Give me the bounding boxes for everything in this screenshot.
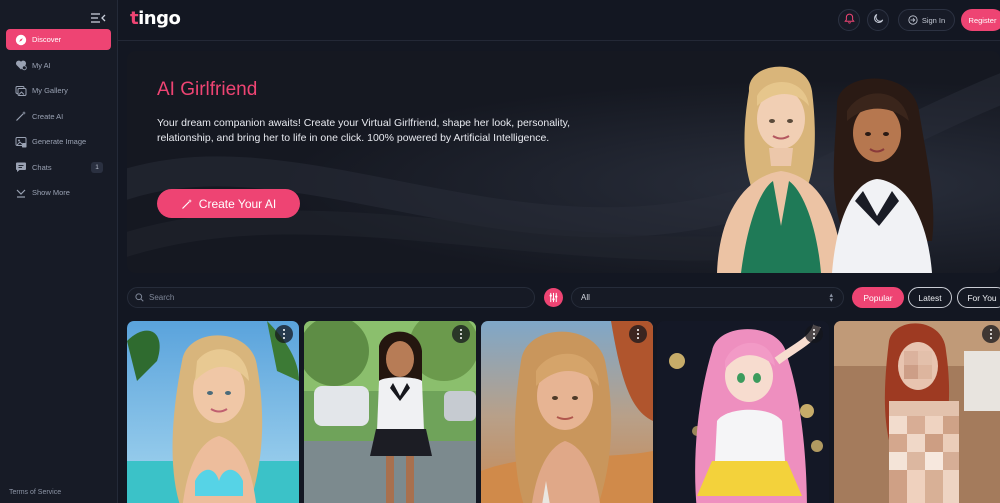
updown-chevron-icon: ▴ ▾	[829, 292, 833, 304]
sidebar-item-label: Chats	[32, 162, 52, 172]
sidebar-nav: Discover My AI My Gallery Create AI Gene…	[6, 29, 111, 208]
chat-icon	[15, 161, 27, 173]
image-generate-icon	[15, 136, 27, 148]
app-root: Discover My AI My Gallery Create AI Gene…	[0, 0, 1000, 503]
character-card[interactable]	[304, 321, 476, 503]
logo[interactable]: tingo	[130, 8, 181, 29]
card-image	[834, 321, 1000, 503]
brunette-figure	[832, 78, 934, 273]
character-card[interactable]	[657, 321, 829, 503]
kebab-icon	[637, 328, 639, 340]
kebab-icon	[813, 328, 815, 340]
bell-icon	[843, 11, 855, 29]
sidebar-item-chats[interactable]: Chats 1	[6, 157, 111, 178]
gallery-icon	[15, 85, 27, 97]
search-icon	[135, 293, 144, 302]
sidebar-item-label: Show More	[32, 188, 70, 197]
sort-popular-button[interactable]: Popular	[852, 287, 904, 308]
sidebar-item-label: Generate Image	[32, 137, 87, 146]
search-input[interactable]	[149, 293, 529, 302]
sidebar: Discover My AI My Gallery Create AI Gene…	[0, 0, 118, 503]
sign-in-label: Sign In	[921, 15, 946, 25]
card-menu-button[interactable]	[805, 325, 823, 343]
sidebar-item-label: Create AI	[32, 111, 64, 121]
register-button[interactable]: Register	[961, 9, 1000, 31]
kebab-icon	[283, 328, 285, 340]
card-image	[481, 321, 653, 503]
compass-icon	[15, 34, 27, 46]
top-bar: tingo Sign In Register	[118, 0, 1000, 41]
magic-wand-icon	[15, 110, 27, 122]
sort-latest-button[interactable]: Latest	[908, 287, 952, 308]
card-image	[127, 321, 299, 503]
logo-accent: t	[130, 8, 139, 29]
hero-title: AI Girlfriend	[157, 79, 258, 100]
category-select-value: All	[581, 293, 590, 302]
kebab-icon	[460, 328, 462, 340]
notification-button[interactable]	[838, 9, 860, 31]
cta-label: Create Your AI	[198, 196, 277, 211]
sidebar-item-label: My Gallery	[32, 86, 68, 95]
sign-in-button[interactable]: Sign In	[898, 9, 955, 31]
theme-toggle-button[interactable]	[867, 9, 889, 31]
sort-for-you-button[interactable]: For You	[957, 287, 1000, 308]
hero-banner: AI Girlfriend Your dream companion await…	[127, 51, 1000, 273]
create-your-ai-button[interactable]: Create Your AI	[157, 189, 300, 218]
card-menu-button[interactable]	[452, 325, 470, 343]
card-menu-button[interactable]	[982, 325, 1000, 343]
card-image	[657, 321, 829, 503]
sidebar-item-create-ai[interactable]: Create AI	[6, 106, 111, 127]
card-image	[304, 321, 476, 503]
sidebar-item-generate-image[interactable]: Generate Image	[6, 131, 111, 152]
sidebar-item-label: Discover	[32, 35, 62, 44]
heart-icon	[15, 59, 27, 71]
sidebar-item-my-ai[interactable]: My AI	[6, 55, 111, 76]
sliders-icon	[549, 292, 558, 303]
terms-of-service-link[interactable]: Terms of Service	[9, 489, 61, 496]
hero-illustration	[717, 66, 934, 273]
card-menu-button[interactable]	[629, 325, 647, 343]
chevron-down-icon	[15, 187, 27, 199]
hero-description: Your dream companion awaits! Create your…	[157, 117, 571, 144]
search-box	[127, 287, 535, 308]
sidebar-item-discover[interactable]: Discover	[6, 29, 111, 50]
moon-icon	[873, 11, 884, 29]
character-card[interactable]	[127, 321, 299, 503]
magic-wand-icon	[181, 198, 192, 209]
blonde-figure	[717, 66, 843, 273]
card-menu-button[interactable]	[275, 325, 293, 343]
chats-count-badge: 1	[91, 161, 103, 173]
character-card[interactable]	[834, 321, 1000, 503]
category-select[interactable]: All ▴ ▾	[571, 287, 844, 308]
kebab-icon	[990, 328, 992, 340]
logo-rest: ingo	[138, 8, 181, 29]
character-card[interactable]	[481, 321, 653, 503]
filter-settings-button[interactable]	[544, 288, 563, 307]
sidebar-collapse-icon[interactable]	[90, 11, 106, 25]
sidebar-item-my-gallery[interactable]: My Gallery	[6, 80, 111, 101]
sidebar-item-show-more[interactable]: Show More	[6, 182, 111, 203]
sidebar-item-label: My AI	[32, 60, 51, 70]
sign-in-icon	[908, 15, 918, 25]
